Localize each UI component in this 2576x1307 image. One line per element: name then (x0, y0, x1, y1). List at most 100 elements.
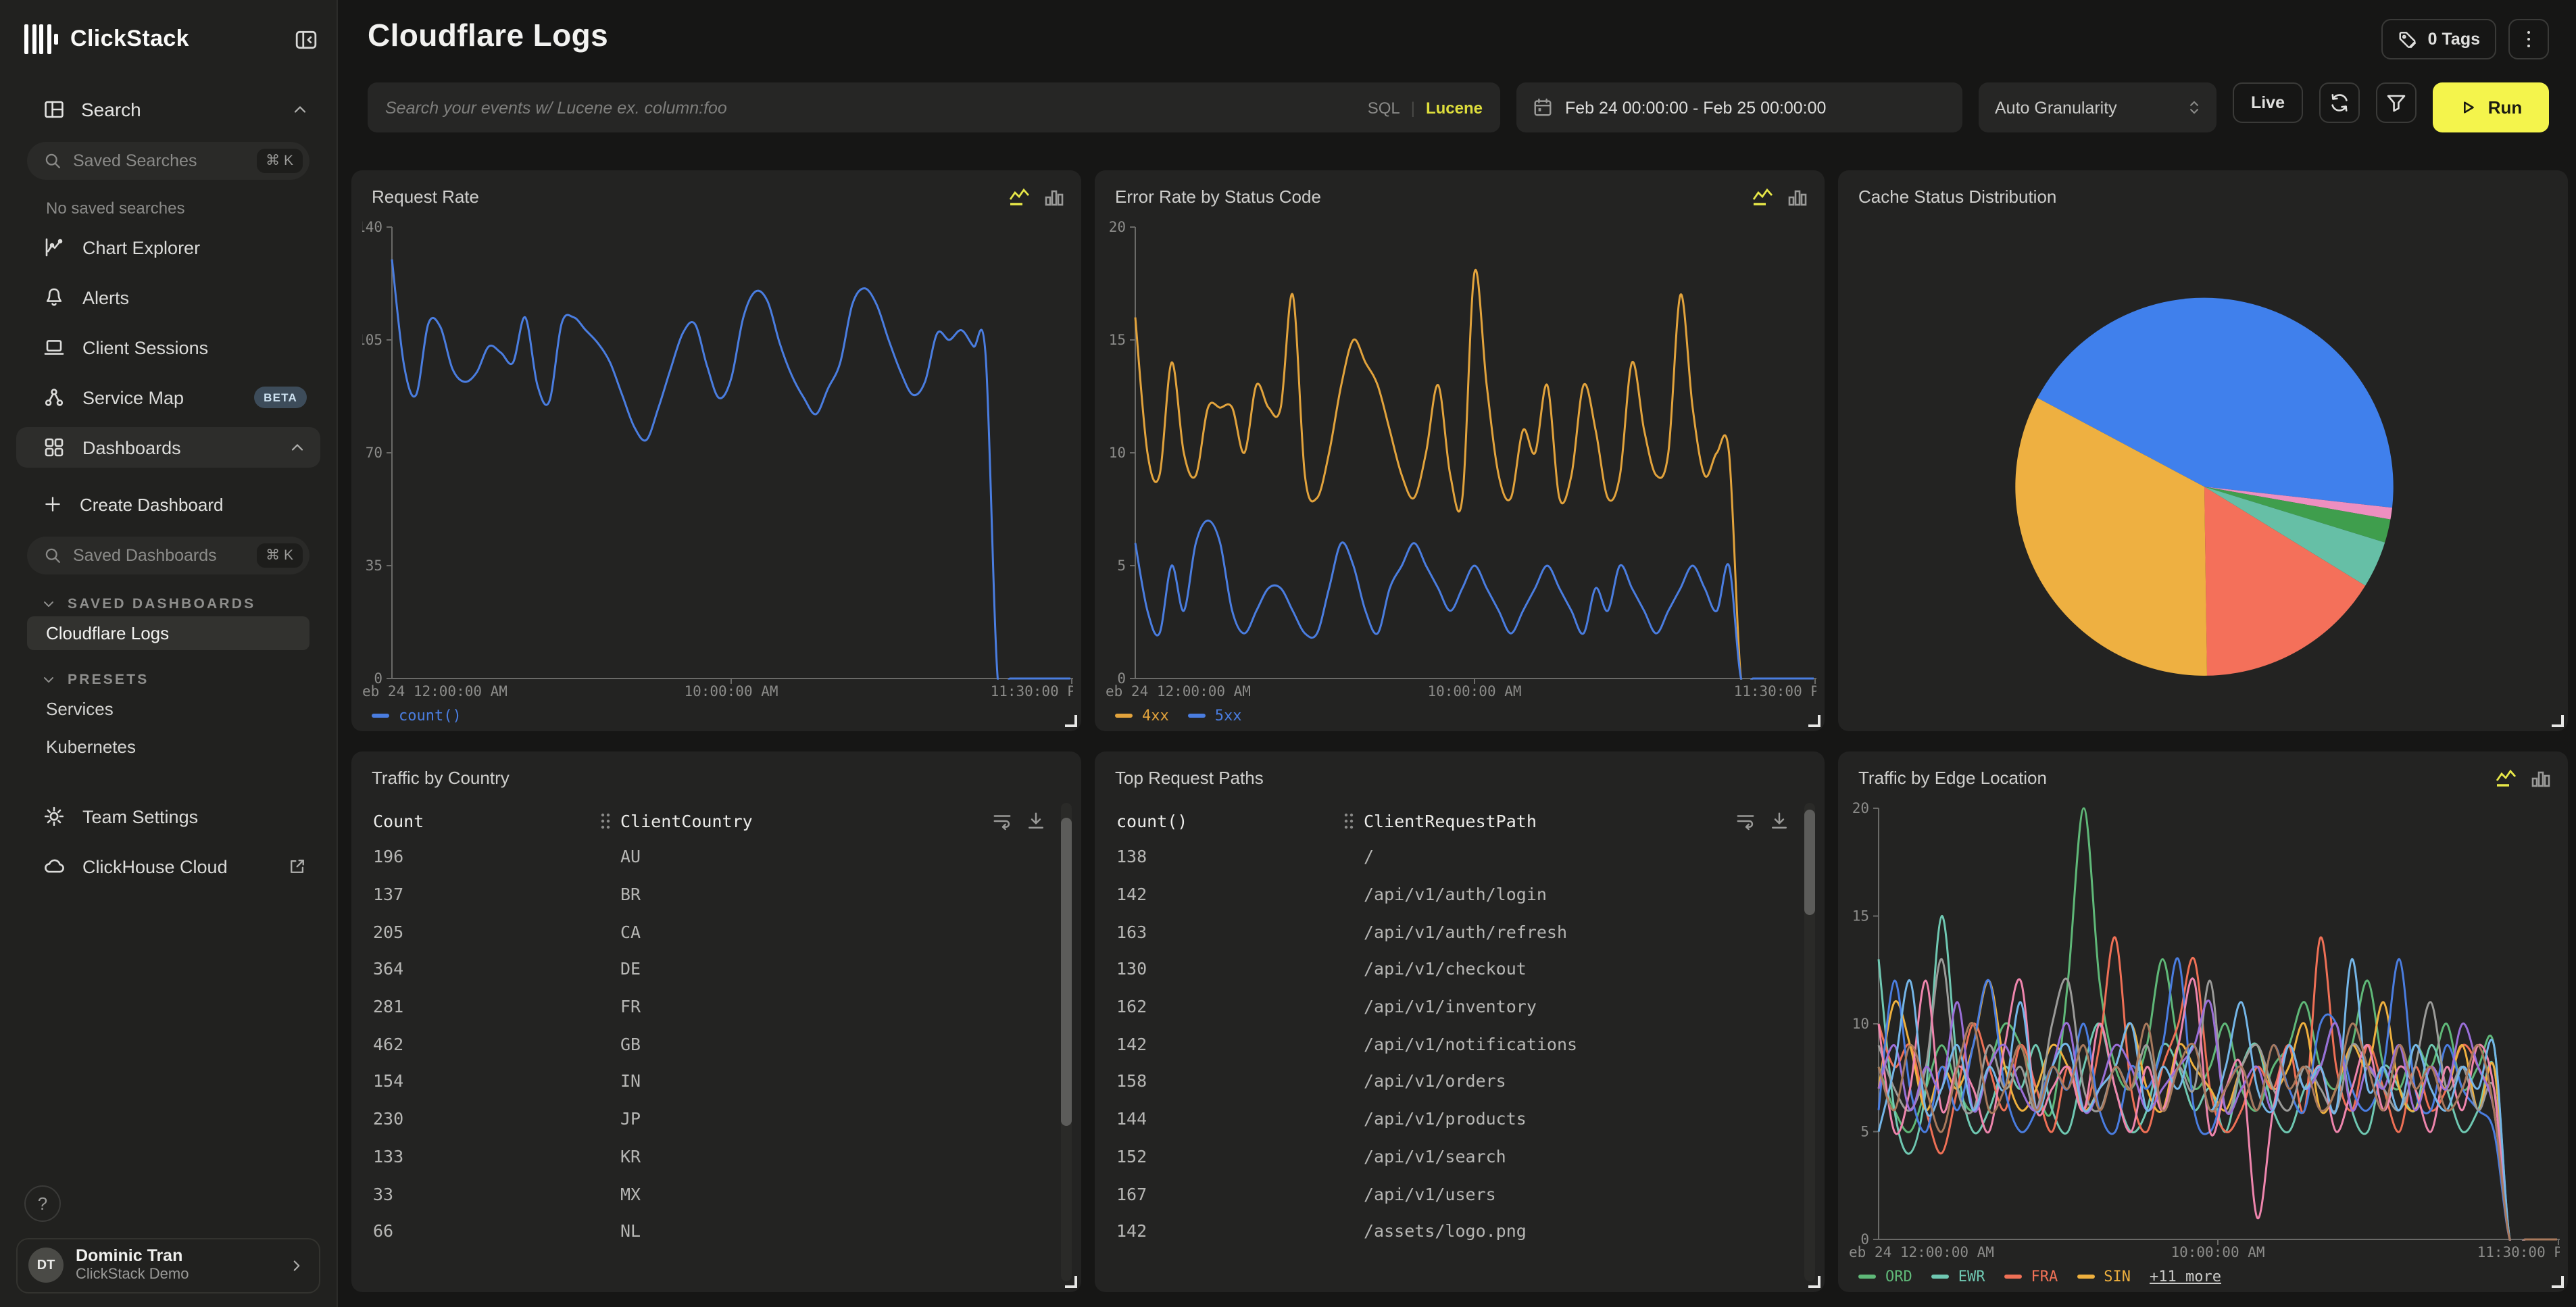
collapse-sidebar-icon (295, 28, 318, 51)
table-cell-value: /api/v1/users (1343, 1183, 1789, 1204)
dashboards-icon (43, 437, 65, 458)
chevron-up-icon (288, 438, 307, 457)
svg-text:11:30:00 P: 11:30:00 P (991, 683, 1073, 699)
lucene-mode-toggle[interactable]: Lucene (1426, 98, 1483, 117)
saved-searches-input[interactable]: Saved Searches ⌘ K (27, 142, 309, 180)
resize-handle[interactable] (2552, 1276, 2564, 1288)
logo-row: ClickStack (24, 19, 318, 59)
table-cell-count: 167 (1116, 1183, 1343, 1204)
drag-handle-icon[interactable] (1343, 812, 1354, 829)
sidebar-item-search[interactable]: Search (16, 89, 320, 130)
beta-badge: BETA (254, 387, 307, 408)
date-range-picker[interactable]: Feb 24 00:00:00 - Feb 25 00:00:00 (1516, 82, 1962, 132)
sidebar-item-kubernetes[interactable]: Kubernetes (27, 730, 309, 764)
live-button[interactable]: Live (2233, 82, 2303, 123)
presets-section[interactable]: PRESETS (41, 672, 309, 688)
legend-item[interactable]: count() (372, 707, 462, 724)
sidebar-collapse-button[interactable] (295, 28, 318, 51)
sidebar-item-alerts[interactable]: Alerts (16, 277, 320, 318)
saved-dashboards-input[interactable]: Saved Dashboards ⌘ K (27, 537, 309, 574)
bar-chart-toggle-icon[interactable] (2530, 767, 2552, 789)
line-chart-toggle-icon[interactable] (2495, 766, 2518, 789)
table-cell-count: 142 (1116, 1220, 1343, 1241)
bar-chart-toggle-icon[interactable] (1787, 186, 1808, 207)
play-icon (2460, 99, 2477, 116)
table-row: 144/api/v1/products (1116, 1100, 1789, 1137)
legend-item[interactable]: 4xx (1115, 707, 1169, 724)
table-row: 167/api/v1/users (1116, 1175, 1789, 1212)
legend-item[interactable]: ORD (1858, 1268, 1912, 1285)
filter-icon (2385, 92, 2407, 114)
legend-item[interactable]: 5xx (1188, 707, 1242, 724)
download-icon[interactable] (1026, 810, 1046, 831)
sidebar-item-team-settings[interactable]: Team Settings (16, 796, 320, 837)
legend-item[interactable]: FRA (2004, 1268, 2058, 1285)
table-header-count[interactable]: Count (373, 810, 600, 831)
date-range-value: Feb 24 00:00:00 - Feb 25 00:00:00 (1565, 98, 1826, 117)
table-header-count[interactable]: count() (1116, 810, 1343, 831)
resize-handle[interactable] (1065, 715, 1077, 727)
line-chart-toggle-icon[interactable] (1752, 185, 1775, 208)
saved-searches-placeholder: Saved Searches (73, 151, 245, 170)
run-button[interactable]: Run (2433, 82, 2549, 132)
table-cell-count: 142 (1116, 1034, 1343, 1054)
table-header-dimension[interactable]: ClientRequestPath (1364, 810, 1537, 831)
panel-title: Error Rate by Status Code (1115, 187, 1321, 207)
legend-more-link[interactable]: +11 more (2150, 1268, 2221, 1285)
table-cell-value: /api/v1/auth/refresh (1343, 921, 1789, 941)
user-org: ClickStack Demo (76, 1267, 189, 1286)
sidebar-item-clickhouse-cloud[interactable]: ClickHouse Cloud (16, 846, 320, 887)
sql-mode-toggle[interactable]: SQL (1368, 98, 1400, 117)
resize-handle[interactable] (1808, 1276, 1820, 1288)
line-chart-toggle-icon[interactable] (1008, 185, 1031, 208)
search-icon (43, 151, 62, 170)
create-dashboard-button[interactable]: Create Dashboard (16, 484, 320, 524)
sidebar-item-dashboards[interactable]: Dashboards (16, 427, 320, 468)
table-scrollbar (1804, 803, 1815, 1281)
help-button[interactable]: ? (24, 1185, 61, 1221)
table-cell-value: /api/v1/search (1343, 1146, 1789, 1166)
svg-text:10: 10 (1852, 1016, 1869, 1032)
svg-text:20: 20 (1852, 800, 1869, 816)
wrap-text-icon[interactable] (1735, 810, 1756, 831)
table-cell-count: 281 (373, 996, 600, 1016)
resize-handle[interactable] (1808, 715, 1820, 727)
event-search-input[interactable]: Search your events w/ Lucene ex. column:… (368, 82, 1500, 132)
top-request-paths-table: count()ClientRequestPath138/142/api/v1/a… (1116, 803, 1789, 1284)
table-header-dimension[interactable]: ClientCountry (620, 810, 753, 831)
sidebar-item-service-map[interactable]: Service Map BETA (16, 377, 320, 418)
app-title: ClickStack (70, 26, 189, 53)
scrollbar-thumb[interactable] (1804, 810, 1815, 915)
sidebar-item-cloudflare-logs[interactable]: Cloudflare Logs (27, 616, 309, 650)
drag-handle-icon[interactable] (600, 812, 611, 829)
download-icon[interactable] (1769, 810, 1789, 831)
table-cell-value: /assets/logo.png (1343, 1220, 1789, 1241)
table-cell-value: JP (600, 1108, 1046, 1129)
wrap-text-icon[interactable] (992, 810, 1012, 831)
table-cell-count: 230 (373, 1108, 600, 1129)
resize-handle[interactable] (2552, 715, 2564, 727)
saved-dashboards-section[interactable]: SAVED DASHBOARDS (41, 596, 309, 612)
panel-top-request-paths: Top Request Paths count() ClientRequestPa… (1095, 751, 1825, 1292)
filter-button[interactable] (2376, 82, 2417, 123)
panel-menu-button[interactable] (2508, 19, 2549, 59)
legend-item[interactable]: EWR (1931, 1268, 1985, 1285)
sidebar-item-client-sessions[interactable]: Client Sessions (16, 327, 320, 368)
resize-handle[interactable] (1065, 1276, 1077, 1288)
bar-chart-toggle-icon[interactable] (1043, 186, 1065, 207)
sidebar-item-services[interactable]: Services (27, 692, 309, 726)
chevron-right-icon (288, 1257, 305, 1275)
event-search-placeholder: Search your events w/ Lucene ex. column:… (385, 98, 1354, 117)
panel-title: Top Request Paths (1115, 768, 1264, 788)
user-menu[interactable]: DT Dominic Tran ClickStack Demo (16, 1237, 320, 1293)
tags-button[interactable]: 0 Tags (2382, 19, 2496, 59)
refresh-button[interactable] (2319, 82, 2360, 123)
panel-title: Traffic by Country (372, 768, 510, 788)
svg-text:15: 15 (1852, 908, 1869, 924)
scrollbar-thumb[interactable] (1061, 818, 1072, 1126)
legend-item[interactable]: SIN (2077, 1268, 2131, 1285)
request-rate-legend: count() (372, 706, 462, 726)
saved-dashboards-placeholder: Saved Dashboards (73, 546, 245, 565)
granularity-select[interactable]: Auto Granularity (1979, 82, 2216, 132)
sidebar-item-chart-explorer[interactable]: Chart Explorer (16, 227, 320, 268)
